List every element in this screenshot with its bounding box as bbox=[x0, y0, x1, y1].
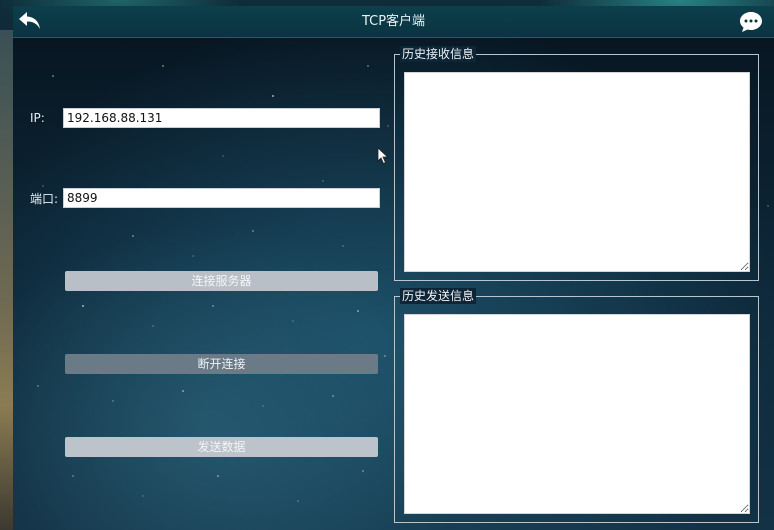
chat-bubble-icon[interactable] bbox=[739, 11, 763, 33]
port-input[interactable] bbox=[63, 188, 380, 208]
received-history-group: 历史接收信息 bbox=[394, 46, 759, 281]
received-history-title: 历史接收信息 bbox=[400, 46, 477, 62]
send-data-button[interactable]: 发送数据 bbox=[65, 437, 378, 457]
ip-label: IP: bbox=[30, 111, 45, 125]
received-history-textbox[interactable] bbox=[404, 72, 750, 272]
sent-history-textbox[interactable] bbox=[404, 314, 750, 514]
connect-server-button[interactable]: 连接服务器 bbox=[65, 271, 378, 291]
sent-history-group: 历史发送信息 bbox=[394, 288, 759, 523]
tcp-client-window: TCP客户端 IP: 端口: 连接服务器 断开连接 发送数据 历史接收信息 历史… bbox=[13, 6, 774, 530]
desktop-wallpaper-left bbox=[0, 30, 14, 530]
port-label: 端口: bbox=[30, 192, 59, 206]
window-title: TCP客户端 bbox=[361, 14, 426, 29]
back-arrow-icon[interactable] bbox=[17, 9, 43, 33]
disconnect-button[interactable]: 断开连接 bbox=[65, 354, 378, 374]
ip-input[interactable] bbox=[63, 108, 380, 128]
mouse-cursor-icon bbox=[377, 147, 389, 165]
sent-history-title: 历史发送信息 bbox=[400, 288, 477, 304]
